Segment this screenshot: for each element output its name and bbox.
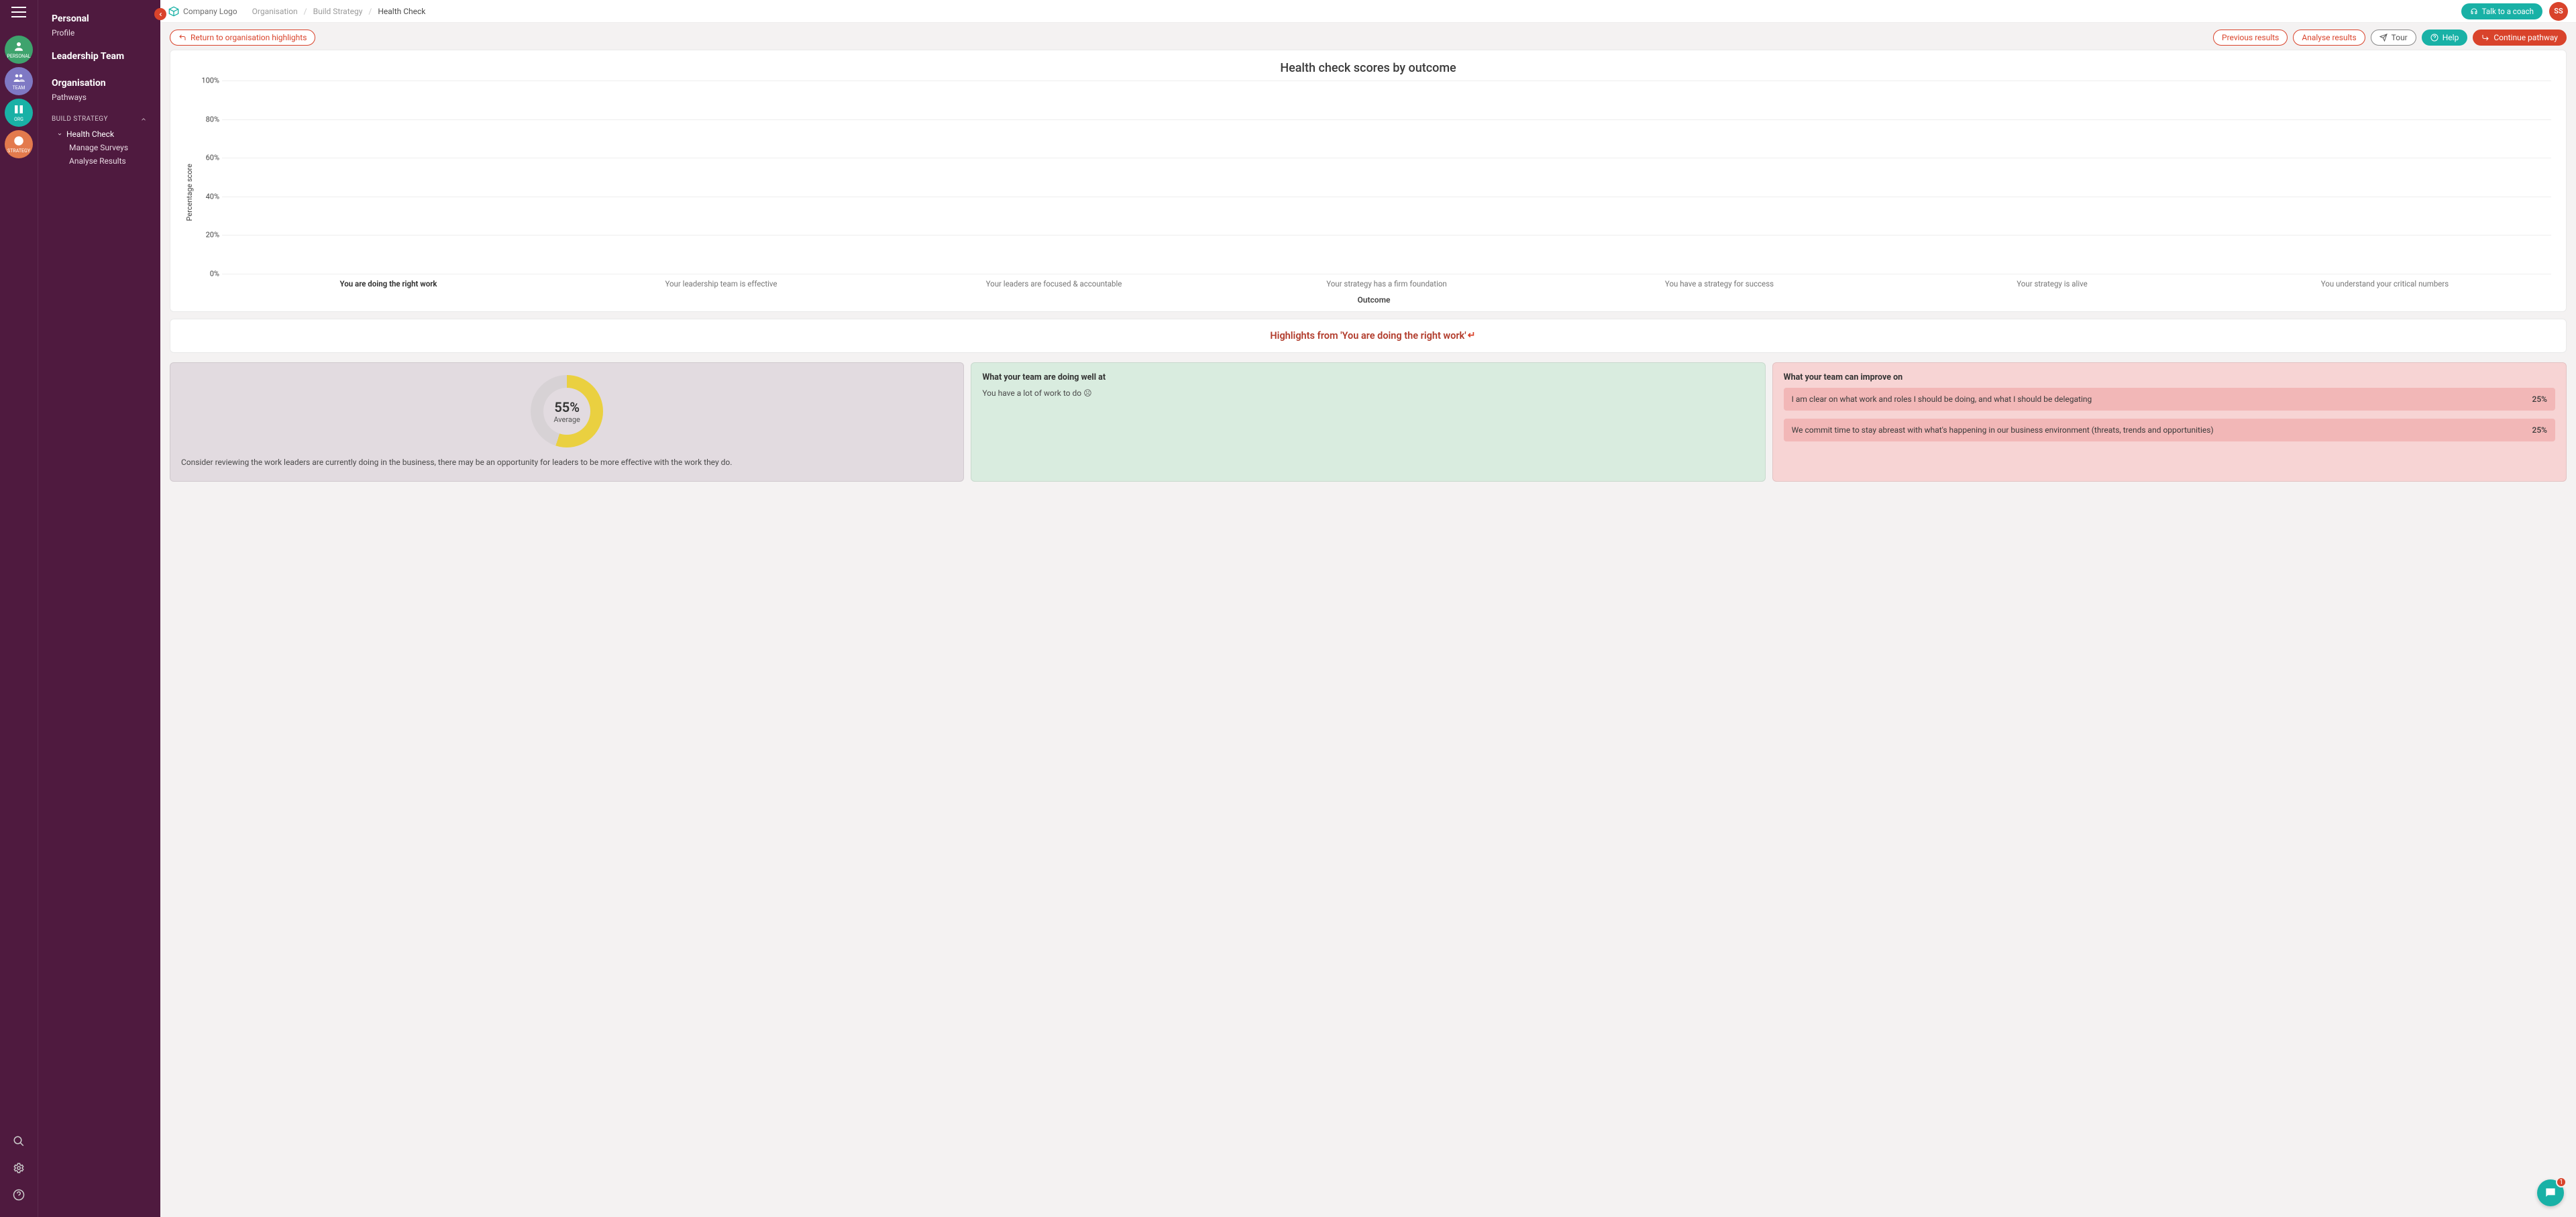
sidebar: Personal Profile Leadership Team Organis… [38,0,160,1217]
y-tick: 60% [197,154,219,162]
average-donut: 55%Average [531,375,603,447]
search-icon[interactable] [13,1135,25,1147]
headset-icon [2470,7,2478,15]
box-icon [168,6,179,17]
chat-icon [2544,1186,2557,1200]
continue-pathway-label: Continue pathway [2493,33,2558,42]
highlights-back-icon[interactable]: ↵ [1468,330,1476,341]
highlights-grid: 55%Average Consider reviewing the work l… [160,362,2576,491]
doing-well-pane: What your team are doing well at You hav… [971,362,1765,482]
continue-pathway-button[interactable]: Continue pathway [2473,30,2567,46]
x-label[interactable]: Your strategy has a firm foundation [1220,279,1553,288]
x-label[interactable]: Your leaders are focused & accountable [888,279,1220,288]
intercom-button[interactable]: 1 [2537,1179,2564,1206]
x-label[interactable]: Your strategy is alive [1886,279,2218,288]
sidebar-manage-surveys[interactable]: Manage Surveys [69,143,147,152]
y-tick: 100% [197,76,219,85]
crumb-current: Health Check [378,7,425,16]
average-value: 55% [553,399,580,415]
chart-card: Health check scores by outcome Percentag… [170,50,2567,312]
sidebar-organisation[interactable]: Organisation [52,78,147,89]
chevron-left-icon [158,11,164,17]
gear-icon[interactable] [13,1162,25,1174]
header: Company Logo Organisation / Build Strate… [160,0,2576,23]
improve-title: What your team can improve on [1784,372,2555,382]
collapse-sidebar-button[interactable] [154,8,166,20]
average-label: Average [553,415,580,424]
help-icon[interactable] [13,1189,25,1201]
chevron-up-icon [140,116,147,123]
intercom-badge: 1 [2556,1177,2567,1187]
sidebar-leadership[interactable]: Leadership Team [52,51,147,62]
breadcrumb: Organisation / Build Strategy / Health C… [252,7,426,16]
main: Company Logo Organisation / Build Strate… [160,0,2576,1217]
highlights-header-card: Highlights from 'You are doing the right… [170,319,2567,353]
y-axis-label: Percentage score [185,164,194,221]
rail-org[interactable]: ORG [5,99,33,127]
action-bar: Return to organisation highlights Previo… [160,23,2576,50]
chart-plot: 0%20%40%60%80%100% [222,81,2551,274]
question-icon [2430,34,2438,42]
sidebar-personal[interactable]: Personal [52,13,147,24]
back-button[interactable]: Return to organisation highlights [170,30,315,46]
rail-team[interactable]: TEAM [5,67,33,95]
chart-title: Health check scores by outcome [185,61,2551,75]
left-rail: PERSONAL TEAM ORG STRATEGY [0,0,38,1217]
x-label[interactable]: You are doing the right work [222,279,555,288]
sidebar-pathways[interactable]: Pathways [52,93,147,102]
return-icon [178,34,186,42]
crumb-organisation[interactable]: Organisation [252,7,298,16]
x-axis-label: Outcome [197,295,2551,305]
sidebar-health-check-label: Health Check [66,129,114,139]
improve-pane: What your team can improve on I am clear… [1772,362,2567,482]
doing-well-text: You have a lot of work to do ☹ [982,388,1754,399]
send-icon [2379,34,2387,42]
improve-item: I am clear on what work and roles I shou… [1784,388,2555,411]
previous-results-button[interactable]: Previous results [2213,30,2288,46]
tour-button-label: Tour [2392,33,2408,42]
continue-icon [2481,34,2489,42]
crumb-build-strategy[interactable]: Build Strategy [313,7,363,16]
avatar[interactable]: SS [2549,2,2568,21]
sidebar-build-strategy[interactable]: BUILD STRATEGY [52,115,147,123]
sidebar-health-check[interactable]: Health Check [57,129,147,139]
x-label[interactable]: You understand your critical numbers [2218,279,2551,288]
y-tick: 20% [197,231,219,240]
x-label[interactable]: You have a strategy for success [1553,279,1886,288]
y-tick: 0% [197,270,219,278]
improve-item: We commit time to stay abreast with what… [1784,419,2555,441]
highlights-title: Highlights from 'You are doing the right… [170,319,2566,352]
menu-icon[interactable] [11,7,26,17]
y-tick: 80% [197,115,219,123]
help-button[interactable]: Help [2422,30,2468,46]
average-description: Consider reviewing the work leaders are … [181,457,953,468]
doing-well-title: What your team are doing well at [982,372,1754,382]
back-button-label: Return to organisation highlights [191,33,307,42]
sidebar-profile[interactable]: Profile [52,28,147,38]
highlights-title-text: Highlights from 'You are doing the right… [1270,330,1466,341]
average-pane: 55%Average Consider reviewing the work l… [170,362,964,482]
company-logo-text: Company Logo [183,7,237,16]
rail-strategy[interactable]: STRATEGY [5,130,33,158]
analyse-results-button[interactable]: Analyse results [2293,30,2365,46]
chevron-down-icon [57,131,62,137]
talk-to-coach-button[interactable]: Talk to a coach [2461,3,2542,19]
y-tick: 40% [197,192,219,201]
rail-personal[interactable]: PERSONAL [5,36,33,64]
sidebar-build-strategy-label: BUILD STRATEGY [52,115,108,123]
company-logo[interactable]: Company Logo [168,6,237,17]
sidebar-analyse-results[interactable]: Analyse Results [69,156,147,166]
tour-button[interactable]: Tour [2371,30,2416,46]
help-button-label: Help [2443,33,2459,42]
talk-to-coach-label: Talk to a coach [2482,7,2534,16]
x-label[interactable]: Your leadership team is effective [555,279,888,288]
